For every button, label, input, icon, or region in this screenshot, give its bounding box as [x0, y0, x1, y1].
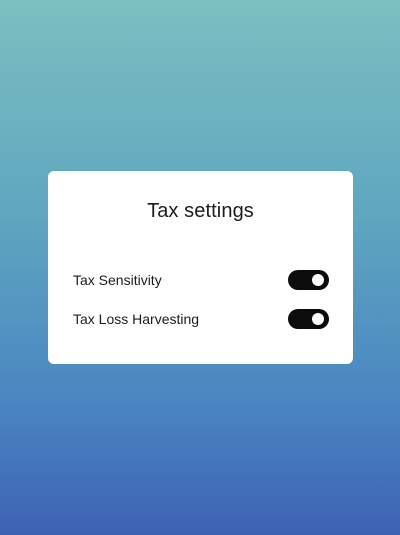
setting-label: Tax Sensitivity [73, 272, 162, 288]
tax-sensitivity-toggle[interactable] [288, 270, 329, 290]
tax-settings-card: Tax settings Tax Sensitivity Tax Loss Ha… [48, 171, 353, 364]
setting-row-tax-sensitivity: Tax Sensitivity [73, 269, 329, 291]
setting-label: Tax Loss Harvesting [73, 311, 200, 327]
toggle-knob [312, 313, 324, 325]
dialog-title: Tax settings [147, 200, 254, 222]
tax-loss-harvesting-toggle[interactable] [288, 309, 329, 329]
setting-row-tax-loss-harvesting: Tax Loss Harvesting [73, 308, 329, 330]
toggle-knob [312, 274, 324, 286]
